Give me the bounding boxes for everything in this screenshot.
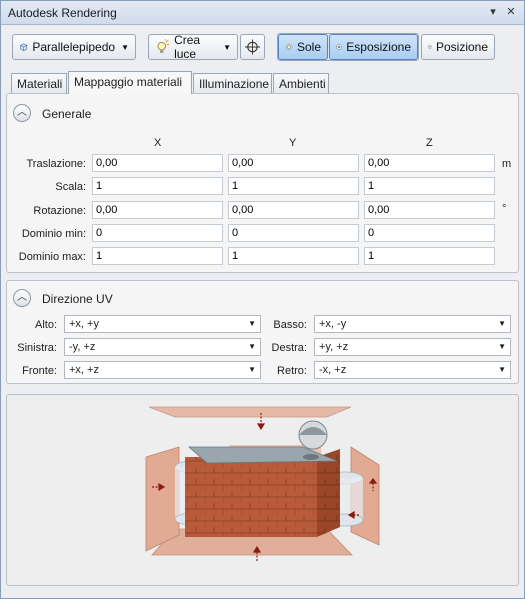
domain-min-y-field[interactable] bbox=[228, 224, 359, 242]
alto-label: Alto: bbox=[34, 319, 57, 331]
destra-label: Destra: bbox=[271, 342, 307, 354]
sun-toggle[interactable]: Sole bbox=[278, 34, 328, 60]
retro-label: Retro: bbox=[277, 365, 307, 377]
fronte-label: Fronte: bbox=[22, 365, 57, 377]
domain-max-z-field[interactable] bbox=[364, 247, 495, 265]
brick-box-front bbox=[185, 457, 317, 537]
translation-unit: m bbox=[502, 158, 512, 170]
brick-box-side bbox=[317, 449, 340, 537]
title-bar: Autodesk Rendering ▾ ✕ bbox=[1, 1, 524, 25]
tab-mappaggio-materiali[interactable]: Mappaggio materiali bbox=[68, 71, 192, 94]
sinistra-dropdown[interactable]: -y, +z ▼ bbox=[64, 338, 261, 356]
exposure-label: Esposizione bbox=[346, 40, 411, 54]
scale-x-field[interactable] bbox=[92, 177, 223, 195]
translation-z-field[interactable] bbox=[364, 154, 495, 172]
domain-min-label: Dominio min: bbox=[21, 228, 86, 240]
alto-dropdown[interactable]: +x, +y ▼ bbox=[64, 315, 261, 333]
globe-icon bbox=[428, 45, 432, 49]
light-bulb-icon bbox=[157, 39, 170, 53]
scale-z-field[interactable] bbox=[364, 177, 495, 195]
mapping-preview-panel bbox=[6, 394, 519, 586]
rendering-window: Autodesk Rendering ▾ ✕ Parallelepipedo ▼… bbox=[0, 0, 525, 599]
tab-ambienti[interactable]: Ambienti bbox=[273, 73, 329, 93]
domain-max-y-field[interactable] bbox=[228, 247, 359, 265]
chevron-down-icon: ▼ bbox=[248, 319, 256, 328]
chevron-down-icon: ▼ bbox=[248, 365, 256, 374]
rotation-unit: ° bbox=[502, 203, 507, 215]
destra-value: +y, +z bbox=[319, 341, 349, 353]
chevron-up-icon: ︿ bbox=[17, 107, 27, 118]
sinistra-value: -y, +z bbox=[69, 341, 96, 353]
basso-dropdown[interactable]: +x, -y ▼ bbox=[314, 315, 511, 333]
chevron-down-icon: ▼ bbox=[121, 42, 129, 52]
basso-label: Basso: bbox=[273, 319, 307, 331]
destra-dropdown[interactable]: +y, +z ▼ bbox=[314, 338, 511, 356]
domain-min-z-field[interactable] bbox=[364, 224, 495, 242]
position-button[interactable]: Posizione bbox=[421, 34, 495, 60]
fronte-dropdown[interactable]: +x, +z ▼ bbox=[64, 361, 261, 379]
box-mapping-preview bbox=[145, 406, 380, 561]
rotation-label: Rotazione: bbox=[33, 205, 86, 217]
chevron-down-icon: ▼ bbox=[223, 42, 231, 52]
alto-value: +x, +y bbox=[69, 318, 99, 330]
domain-max-x-field[interactable] bbox=[92, 247, 223, 265]
close-icon[interactable]: ✕ bbox=[504, 5, 518, 19]
scale-label: Scala: bbox=[55, 181, 86, 193]
retro-dropdown[interactable]: -x, +z ▼ bbox=[314, 361, 511, 379]
scale-y-field[interactable] bbox=[228, 177, 359, 195]
exposure-icon bbox=[336, 44, 342, 50]
rotation-y-field[interactable] bbox=[228, 201, 359, 219]
fronte-value: +x, +z bbox=[69, 364, 99, 376]
basso-value: +x, -y bbox=[319, 318, 347, 330]
create-light-button[interactable]: Crea luce ▼ bbox=[148, 33, 238, 61]
box-mapping-icon bbox=[20, 43, 28, 51]
rotation-z-field[interactable] bbox=[364, 201, 495, 219]
translation-x-field[interactable] bbox=[92, 154, 223, 172]
mapping-type-dropdown[interactable]: Parallelepipedo ▼ bbox=[12, 34, 136, 60]
axis-z-header: Z bbox=[426, 137, 433, 149]
window-title: Autodesk Rendering bbox=[8, 6, 117, 20]
tab-illuminazione[interactable]: Illuminazione bbox=[193, 73, 272, 93]
chevron-down-icon: ▼ bbox=[498, 365, 506, 374]
uv-title: Direzione UV bbox=[42, 292, 113, 306]
sun-label: Sole bbox=[296, 40, 321, 54]
sun-icon bbox=[285, 43, 293, 51]
exposure-toggle[interactable]: Esposizione bbox=[329, 34, 418, 60]
left-plane bbox=[145, 446, 180, 552]
chevron-down-icon: ▼ bbox=[498, 319, 506, 328]
mapping-type-label: Parallelepipedo bbox=[32, 40, 116, 54]
position-label: Posizione bbox=[435, 40, 488, 54]
toolbar: Parallelepipedo ▼ Crea luce ▼ Sole Espos… bbox=[1, 25, 524, 69]
rotation-x-field[interactable] bbox=[92, 201, 223, 219]
collapse-general-button[interactable]: ︿ bbox=[13, 104, 31, 122]
chevron-down-icon: ▼ bbox=[248, 342, 256, 351]
light-target-button[interactable] bbox=[240, 34, 265, 60]
axis-y-header: Y bbox=[289, 137, 297, 149]
collapse-uv-button[interactable]: ︿ bbox=[13, 289, 31, 307]
pin-icon[interactable]: ▾ bbox=[486, 5, 500, 19]
top-plane bbox=[148, 406, 352, 418]
translation-label: Traslazione: bbox=[26, 158, 86, 170]
general-title: Generale bbox=[42, 107, 92, 121]
domain-max-label: Dominio max: bbox=[18, 251, 86, 263]
axis-x-header: X bbox=[154, 137, 162, 149]
retro-value: -x, +z bbox=[319, 364, 347, 376]
chevron-down-icon: ▼ bbox=[498, 342, 506, 351]
tab-materiali[interactable]: Materiali bbox=[11, 73, 67, 93]
create-light-label: Crea luce bbox=[174, 33, 201, 61]
crosshair-icon bbox=[244, 39, 261, 55]
domain-min-x-field[interactable] bbox=[92, 224, 223, 242]
chevron-up-icon: ︿ bbox=[17, 292, 27, 303]
sinistra-label: Sinistra: bbox=[17, 342, 57, 354]
translation-y-field[interactable] bbox=[228, 154, 359, 172]
